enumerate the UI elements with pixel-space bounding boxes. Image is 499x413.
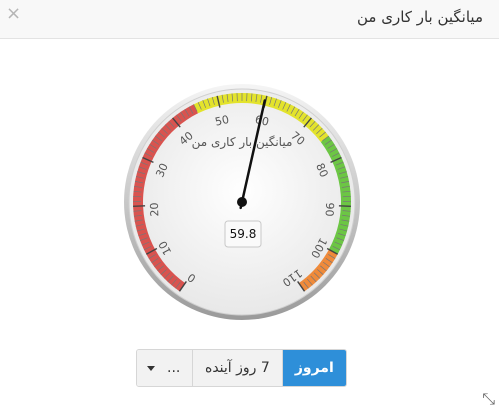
gauge-tick-label: 20 <box>148 202 162 217</box>
chevron-down-icon <box>147 365 155 371</box>
dialog-header: × میانگین بار کاری من <box>0 0 499 39</box>
next-7-days-button[interactable]: 7 روز آینده <box>193 350 283 386</box>
gauge-value: 59.8 <box>230 227 257 241</box>
gauge-svg: 01020304050 60708090100110 میانگین بار کا… <box>124 84 360 320</box>
gauge-label: میانگین بار کاری من <box>192 135 293 150</box>
resize-icon[interactable]: ⤡ <box>482 389 495 409</box>
dialog-title: میانگین بار کاری من <box>357 8 483 26</box>
needle-hub <box>237 197 247 207</box>
close-icon[interactable]: × <box>6 4 21 24</box>
more-ranges-label: ... <box>167 360 181 376</box>
workload-gauge: 0 10 20 30 40 50 60 70 80 90 100 110 میانگین بار کا… <box>120 82 370 332</box>
date-range-selector: ... 7 روز آینده امروز <box>136 349 347 387</box>
more-ranges-button[interactable]: ... <box>137 350 193 386</box>
today-button[interactable]: امروز <box>282 350 346 386</box>
gauge-tick-label: 90 <box>323 202 337 217</box>
